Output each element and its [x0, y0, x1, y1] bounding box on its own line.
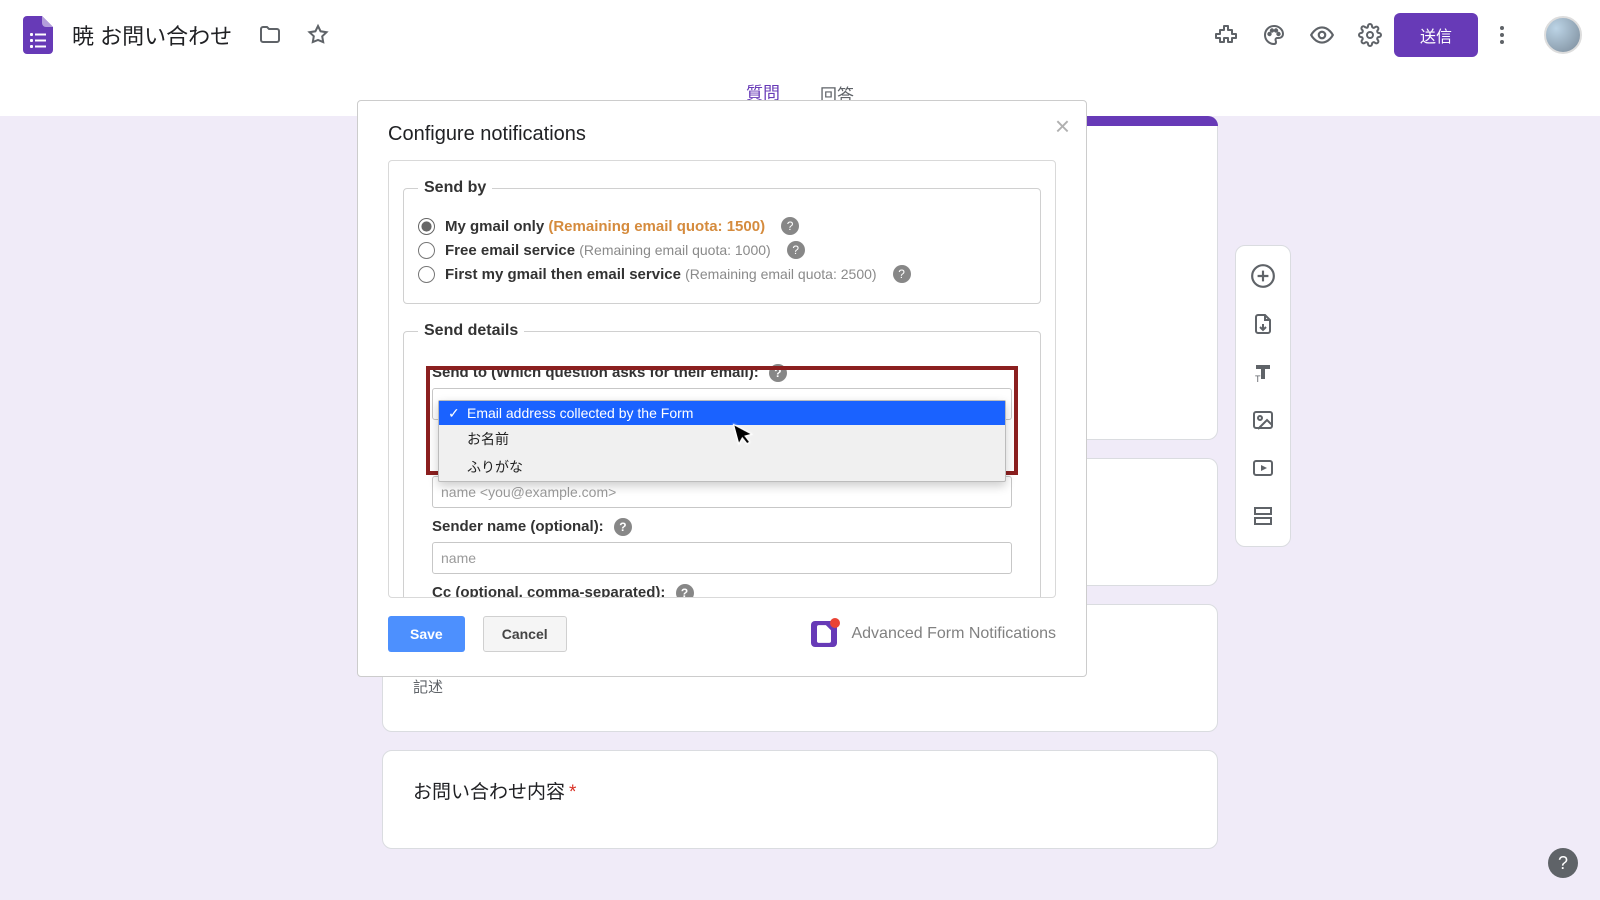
cancel-button[interactable]: Cancel — [483, 616, 567, 652]
account-avatar[interactable] — [1544, 16, 1582, 54]
more-menu-icon[interactable] — [1478, 11, 1526, 59]
dropdown-option-collected-email[interactable]: Email address collected by the Form — [439, 401, 1005, 425]
forms-logo-icon — [18, 15, 58, 55]
help-icon[interactable]: ? — [787, 241, 805, 259]
help-icon[interactable]: ? — [781, 217, 799, 235]
send-to-dropdown-list: Email address collected by the Form お名前 … — [438, 400, 1006, 482]
help-icon[interactable]: ? — [769, 364, 787, 382]
import-questions-icon[interactable] — [1241, 302, 1285, 346]
add-title-icon[interactable]: T — [1241, 350, 1285, 394]
sender-name-input[interactable] — [432, 542, 1012, 574]
svg-text:T: T — [1255, 374, 1261, 384]
close-icon[interactable]: × — [1055, 111, 1070, 142]
folder-icon[interactable] — [246, 11, 294, 59]
send-to-label: Send to (Which question asks for their e… — [432, 364, 1012, 382]
settings-icon[interactable] — [1346, 11, 1394, 59]
send-by-legend: Send by — [418, 179, 492, 197]
radio-free-email[interactable]: Free email service (Remaining email quot… — [418, 241, 1026, 259]
radio-input[interactable] — [418, 266, 435, 283]
question-card-content[interactable]: お問い合わせ内容* — [382, 750, 1218, 849]
addons-icon[interactable] — [1202, 11, 1250, 59]
preview-icon[interactable] — [1298, 11, 1346, 59]
answer-hint: 記述 — [413, 676, 1187, 697]
addon-name: Advanced Form Notifications — [851, 625, 1056, 643]
add-question-icon[interactable] — [1241, 254, 1285, 298]
star-icon[interactable] — [294, 11, 342, 59]
radio-combined[interactable]: First my gmail then email service (Remai… — [418, 265, 1026, 283]
configure-notifications-dialog: Configure notifications × Send by My gma… — [357, 100, 1087, 677]
question-title: お問い合わせ内容* — [413, 777, 1187, 804]
send-by-fieldset: Send by My gmail only (Remaining email q… — [403, 179, 1041, 304]
add-section-icon[interactable] — [1241, 494, 1285, 538]
main-toolbar: 暁 お問い合わせ 送信 — [0, 0, 1600, 70]
dialog-scroll-area[interactable]: Send by My gmail only (Remaining email q… — [388, 160, 1056, 598]
dropdown-option-name[interactable]: お名前 — [439, 425, 1005, 453]
add-video-icon[interactable] — [1241, 446, 1285, 490]
save-button[interactable]: Save — [388, 616, 465, 652]
add-image-icon[interactable] — [1241, 398, 1285, 442]
send-details-legend: Send details — [418, 322, 524, 340]
radio-input[interactable] — [418, 218, 435, 235]
help-icon[interactable]: ? — [614, 518, 632, 536]
dropdown-option-furigana[interactable]: ふりがな — [439, 453, 1005, 481]
document-title[interactable]: 暁 お問い合わせ — [72, 19, 232, 51]
send-button[interactable]: 送信 — [1394, 13, 1478, 57]
addon-badge-icon — [811, 621, 837, 647]
global-help-icon[interactable]: ? — [1548, 848, 1578, 878]
dialog-title: Configure notifications — [388, 123, 586, 145]
send-details-fieldset: Send details Send to (Which question ask… — [403, 322, 1041, 598]
sender-name-label: Sender name (optional): ? — [432, 518, 1012, 536]
question-toolbar: T — [1235, 245, 1291, 547]
cc-label: Cc (optional, comma-separated): ? — [432, 584, 1012, 598]
radio-my-gmail[interactable]: My gmail only (Remaining email quota: 15… — [418, 217, 1026, 235]
palette-icon[interactable] — [1250, 11, 1298, 59]
help-icon[interactable]: ? — [893, 265, 911, 283]
help-icon[interactable]: ? — [676, 584, 694, 598]
radio-input[interactable] — [418, 242, 435, 259]
dialog-footer: Save Cancel Advanced Form Notifications — [358, 598, 1086, 676]
